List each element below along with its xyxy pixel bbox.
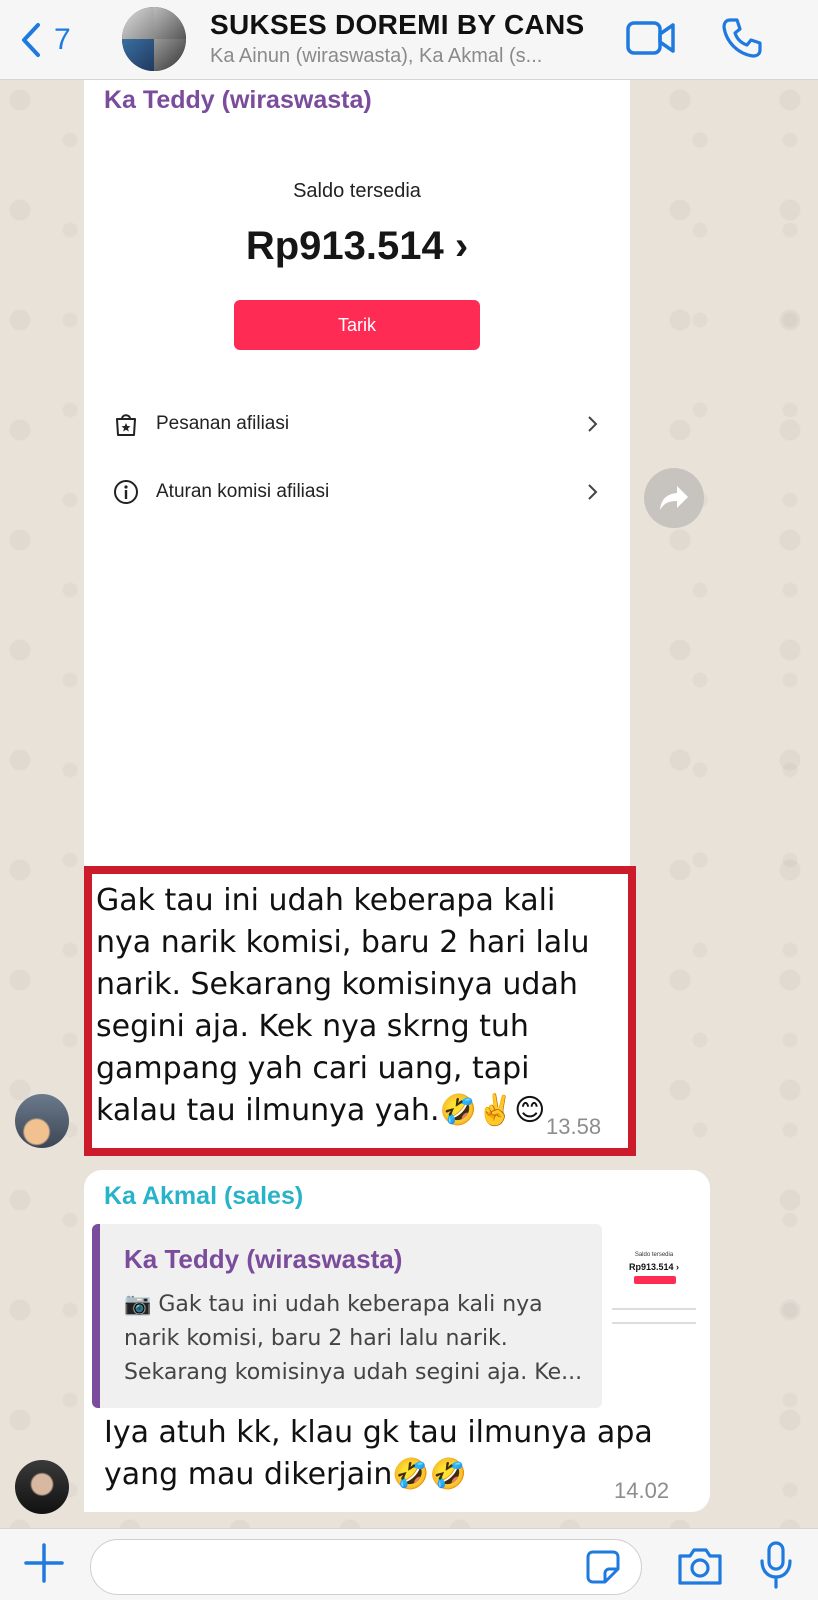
back-button[interactable]: 7 [20,18,90,62]
message-time: 13.58 [546,1114,602,1139]
menu-row-aturan: Aturan komisi afiliasi [112,472,602,512]
chevron-right-icon [588,484,598,500]
plus-icon [24,1543,64,1583]
thumb-saldo-label: Saldo tersedia [634,1252,674,1258]
camera-icon [678,1548,722,1585]
chevron-left-icon [22,23,40,57]
menu-label: Pesanan afiliasi [156,413,290,434]
group-members[interactable]: Ka Ainun (wiraswasta), Ka Akmal (s... [210,45,542,68]
forward-arrow-icon [660,486,688,510]
reply-message-bubble[interactable]: Ka Akmal (sales) Ka Teddy (wiraswasta) 📷… [84,1170,710,1512]
message-input[interactable] [90,1539,642,1595]
saldo-label: Saldo tersedia [293,180,421,202]
chevron-right-icon [588,416,598,432]
sticker-icon [586,1550,620,1584]
forward-button[interactable] [644,468,704,528]
attach-button[interactable] [22,1541,66,1585]
thumb-line [612,1308,696,1310]
sender-name[interactable]: Ka Teddy (wiraswasta) [104,86,372,115]
phone-icon [722,18,762,58]
video-call-button[interactable] [626,20,676,56]
message-text: Gak tau ini udah keberapa kali nya narik… [96,883,590,1128]
group-title[interactable]: SUKSES DOREMI BY CANS [210,9,585,41]
quoted-text: 📷 Gak tau ini udah keberapa kali nya nar… [124,1292,583,1385]
thumb-line [612,1322,696,1324]
sticker-button[interactable] [585,1549,621,1585]
video-camera-icon [626,21,675,55]
unread-count: 7 [54,23,71,56]
saldo-amount: Rp913.514 › [245,224,469,268]
tarik-button: Tarik [234,300,480,350]
group-avatar[interactable] [122,7,186,71]
quoted-thumbnail[interactable]: Saldo tersedia Rp913.514 › [606,1224,702,1408]
camera-button[interactable] [676,1545,724,1587]
quoted-sender: Ka Teddy (wiraswasta) [124,1244,403,1274]
shared-screenshot[interactable]: Saldo tersedia Rp913.514 › Tarik Pesanan… [84,126,630,880]
menu-row-pesanan: Pesanan afiliasi [112,404,602,444]
message-text: Iya atuh kk, klau gk tau ilmunya apa yan… [104,1415,653,1492]
avatar[interactable] [15,1460,69,1514]
thumb-saldo-amount: Rp913.514 › [628,1262,680,1272]
microphone-button[interactable] [758,1541,794,1589]
voice-call-button[interactable] [720,16,764,60]
shopping-bag-icon [112,410,140,438]
info-icon [112,478,140,506]
sender-name[interactable]: Ka Akmal (sales) [104,1182,303,1211]
message-input-bar [0,1528,818,1600]
quoted-message[interactable]: Ka Teddy (wiraswasta) 📷 Gak tau ini udah… [92,1224,602,1408]
message-time: 14.02 [614,1478,670,1503]
menu-label: Aturan komisi afiliasi [156,481,330,502]
thumb-tarik-bar [634,1276,676,1284]
avatar[interactable] [15,1094,69,1148]
microphone-icon [760,1541,792,1589]
image-message-bubble[interactable]: Ka Teddy (wiraswasta) Saldo tersedia Rp9… [84,80,630,880]
chat-header: 7 SUKSES DOREMI BY CANS Ka Ainun (wirasw… [0,0,818,80]
